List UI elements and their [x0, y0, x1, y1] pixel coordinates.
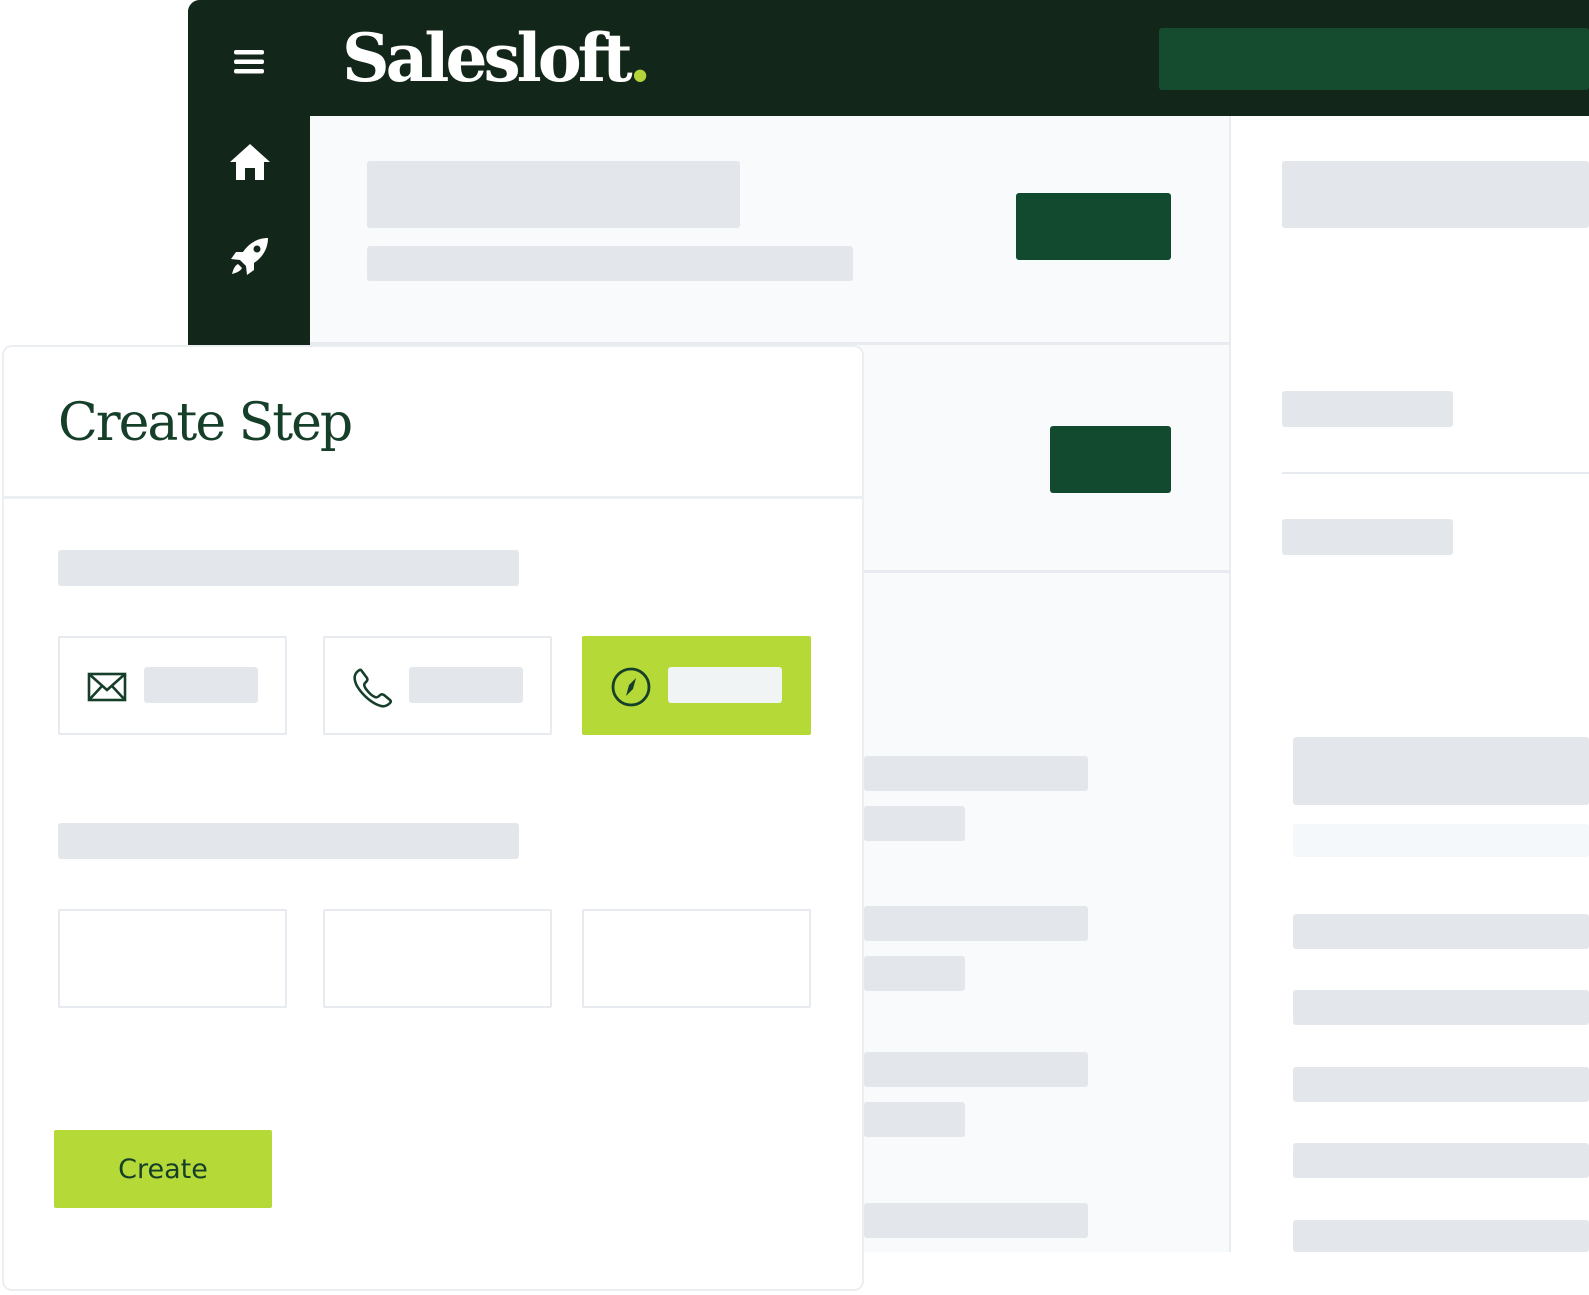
home-icon[interactable] — [228, 140, 272, 184]
step-option-empty[interactable] — [323, 909, 552, 1008]
step-type-phone-label — [409, 667, 523, 703]
email-icon — [86, 666, 128, 708]
modal-header-divider — [4, 496, 862, 499]
right-panel-row — [1293, 914, 1589, 949]
top-search-bar[interactable] — [1159, 28, 1589, 90]
list-item-title — [864, 1052, 1088, 1087]
right-panel-label — [1282, 519, 1453, 555]
right-panel-row — [1293, 1220, 1589, 1252]
create-button[interactable]: Create — [54, 1130, 272, 1208]
step-type-other-label — [668, 667, 782, 703]
right-panel-label — [1282, 391, 1453, 427]
right-panel-card-shadow — [1293, 824, 1589, 857]
secondary-action-button[interactable] — [1050, 426, 1171, 493]
step-option-empty[interactable] — [58, 909, 287, 1008]
right-panel-row — [1293, 990, 1589, 1025]
right-panel-row — [1293, 1067, 1589, 1102]
step-type-label-placeholder — [58, 550, 519, 586]
list-item-meta — [864, 956, 965, 991]
section-divider — [864, 570, 1231, 573]
step-type-other-selected[interactable] — [582, 636, 811, 735]
phone-icon — [351, 666, 393, 708]
step-detail-label-placeholder — [58, 823, 519, 859]
step-option-empty[interactable] — [582, 909, 811, 1008]
step-type-email[interactable] — [58, 636, 287, 735]
step-type-phone[interactable] — [323, 636, 552, 735]
header-subtitle-placeholder — [367, 246, 853, 281]
app-logo[interactable]: Salesloft. — [342, 18, 652, 98]
right-panel-divider — [1282, 472, 1589, 474]
right-panel-card — [1293, 737, 1589, 805]
menu-icon[interactable] — [233, 46, 265, 78]
right-panel-row — [1293, 1143, 1589, 1178]
list-item-title — [864, 906, 1088, 941]
modal-title: Create Step — [58, 393, 353, 453]
list-item-meta — [864, 1102, 965, 1137]
list-item-title — [864, 756, 1088, 791]
right-panel-heading — [1282, 161, 1589, 228]
list-item-meta — [864, 806, 965, 841]
primary-action-button[interactable] — [1016, 193, 1171, 260]
step-type-email-label — [144, 667, 258, 703]
rocket-icon[interactable] — [228, 234, 272, 278]
list-item-title — [864, 1203, 1088, 1238]
header-title-placeholder — [367, 161, 740, 228]
compass-icon — [610, 666, 652, 708]
